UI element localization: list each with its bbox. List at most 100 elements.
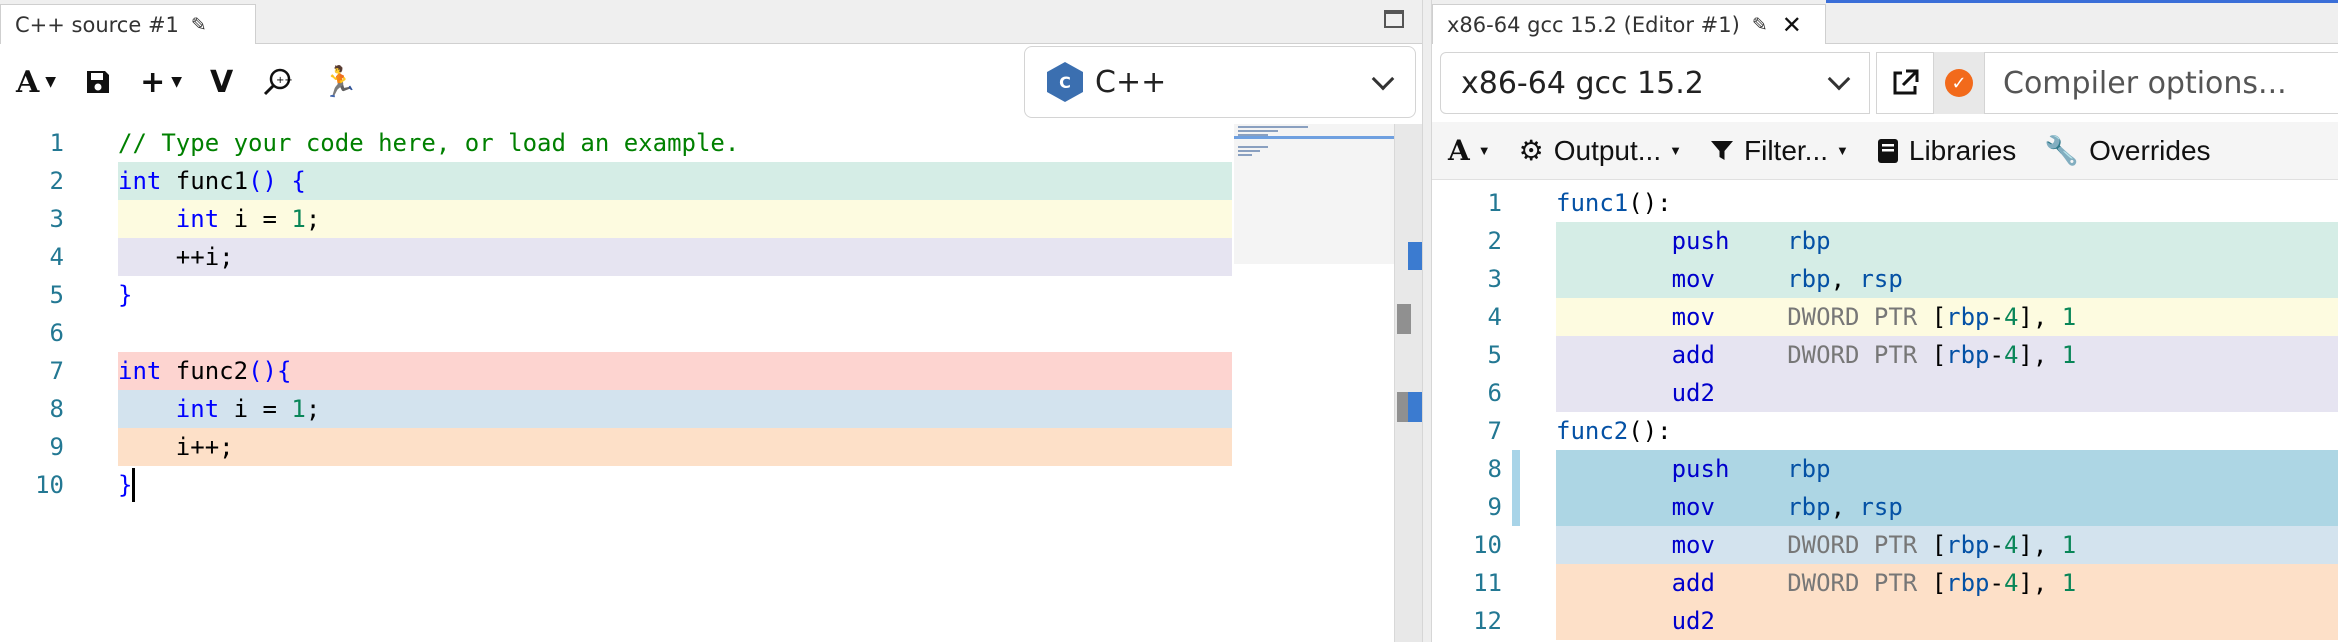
line-code: int func2(){ <box>118 357 291 385</box>
code-line[interactable]: 10} <box>0 466 1232 504</box>
code-token: 1 <box>2061 303 2077 331</box>
code-token: push <box>1671 455 1730 483</box>
code-token: i = <box>219 205 292 233</box>
code-line[interactable]: 9 mov rbp, rsp <box>1432 488 2338 526</box>
code-token: int <box>175 395 220 423</box>
code-token: [ <box>1931 569 1947 597</box>
line-code: ++i; <box>118 243 234 271</box>
code-line[interactable]: 3 mov rbp, rsp <box>1432 260 2338 298</box>
tab-cpp-source[interactable]: C++ source #1 ✎ <box>0 4 256 44</box>
code-line[interactable]: 7 func2(): <box>1432 412 2338 450</box>
caret-down-icon: ▼ <box>1477 143 1491 158</box>
maximize-icon[interactable] <box>1384 10 1404 28</box>
save-button[interactable] <box>74 56 122 108</box>
caret-down-icon: ▼ <box>171 74 182 90</box>
pencil-icon[interactable]: ✎ <box>1752 14 1768 36</box>
compiler-label: x86-64 gcc 15.2 <box>1461 65 1704 101</box>
line-marker <box>1512 450 1520 488</box>
code-line[interactable]: 11 add DWORD PTR [rbp-4], 1 <box>1432 564 2338 602</box>
code-line[interactable]: 4 mov DWORD PTR [rbp-4], 1 <box>1432 298 2338 336</box>
code-token: DWORD PTR <box>1787 303 1932 331</box>
compile-status[interactable]: ✓ <box>1934 52 1984 114</box>
tab-compiler[interactable]: x86-64 gcc 15.2 (Editor #1) ✎ ✕ <box>1432 4 1826 44</box>
code-line[interactable]: 6 ud2 <box>1432 374 2338 412</box>
filter-label: Filter... <box>1744 134 1829 166</box>
code-line[interactable]: 6 <box>0 314 1232 352</box>
font-icon: A <box>1448 134 1470 167</box>
output-button[interactable]: ⚙ Output... ▼ <box>1505 122 1696 180</box>
code-line[interactable]: 5} <box>0 276 1232 314</box>
code-line[interactable]: 7 int func2(){ <box>0 352 1232 390</box>
code-line[interactable]: 2 int func1() { <box>0 162 1232 200</box>
code-line[interactable]: 1 // Type your code here, or load an exam… <box>0 124 1232 162</box>
line-number: 12 <box>1473 607 1502 635</box>
code-line[interactable]: 4 ++i; <box>0 238 1232 276</box>
code-token: 1 <box>291 205 306 233</box>
code-token: ], <box>2018 569 2062 597</box>
pencil-icon[interactable]: ✎ <box>191 14 207 36</box>
code-line[interactable]: 8 push rbp <box>1432 450 2338 488</box>
line-code: mov DWORD PTR [rbp-4], 1 <box>1556 531 2077 559</box>
code-token: { <box>276 357 292 385</box>
line-code: mov rbp, rsp <box>1556 265 1903 293</box>
search-button[interactable]: ++ <box>251 56 303 108</box>
add-pane-button[interactable]: + ▼ <box>130 56 192 108</box>
compiler-tabstrip: x86-64 gcc 15.2 (Editor #1) ✎ ✕ <box>1432 0 2338 44</box>
line-code: func2(): <box>1556 417 1672 445</box>
tab-title: x86-64 gcc 15.2 (Editor #1) <box>1447 12 1740 37</box>
active-accent-bar <box>1826 0 2338 3</box>
libraries-button[interactable]: Libraries <box>1863 122 2030 180</box>
overrides-button[interactable]: 🔧 Overrides <box>2030 122 2224 180</box>
language-select[interactable]: C C++ <box>1024 46 1416 118</box>
code-line[interactable]: 9 i++; <box>0 428 1232 466</box>
line-code: push rbp <box>1556 455 1831 483</box>
minimap[interactable] <box>1234 124 1394 264</box>
code-line[interactable]: 10 mov DWORD PTR [rbp-4], 1 <box>1432 526 2338 564</box>
editor-scrollbar[interactable] <box>1394 124 1422 642</box>
code-line[interactable]: 1 func1(): <box>1432 184 2338 222</box>
code-token: ], <box>2018 531 2062 559</box>
code-token: rsp <box>1859 493 1903 521</box>
code-token: func1 <box>161 167 249 195</box>
code-line[interactable]: 3 int i = 1; <box>0 200 1232 238</box>
code-token: ++i; <box>118 243 234 271</box>
code-line[interactable]: 5 add DWORD PTR [rbp-4], 1 <box>1432 336 2338 374</box>
search-icon: ++ <box>264 68 293 96</box>
code-token: { <box>291 167 306 195</box>
line-number: 11 <box>1473 569 1502 597</box>
code-token: (): <box>1628 189 1672 217</box>
compiler-toolbar: A ▼ ⚙ Output... ▼ Filter... ▼ Libraries … <box>1432 122 2338 180</box>
close-icon[interactable]: ✕ <box>1782 13 1802 37</box>
code-line[interactable]: 8 int i = 1; <box>0 390 1232 428</box>
font-size-button[interactable]: A ▼ <box>1432 122 1505 180</box>
compiler-select[interactable]: x86-64 gcc 15.2 <box>1440 52 1870 114</box>
pane-splitter[interactable] <box>1422 0 1432 642</box>
line-number: 9 <box>1487 493 1502 521</box>
line-number: 3 <box>1487 265 1502 293</box>
code-line[interactable]: 2 push rbp <box>1432 222 2338 260</box>
code-token: int <box>175 205 220 233</box>
code-token: [ <box>1931 303 1947 331</box>
line-number: 1 <box>49 129 64 157</box>
filter-button[interactable]: Filter... ▼ <box>1696 122 1863 180</box>
code-editor[interactable]: 1 // Type your code here, or load an exam… <box>0 124 1232 642</box>
compiler-options-input[interactable]: Compiler options... <box>1984 52 2338 114</box>
quick-bench-button[interactable]: 🏃 <box>311 56 368 108</box>
font-size-button[interactable]: A ▼ <box>0 56 66 108</box>
code-line[interactable]: 12 ud2 <box>1432 602 2338 640</box>
assembly-output[interactable]: 1 func1(): 2 push rbp 3 mov rbp, rsp 4 mov D… <box>1432 184 2338 642</box>
vim-mode-button[interactable]: V <box>200 56 243 108</box>
code-token: int <box>118 167 162 195</box>
code-token: , <box>1830 265 1860 293</box>
popout-button[interactable] <box>1876 52 1934 114</box>
code-token: add <box>1671 569 1715 597</box>
code-token: DWORD PTR <box>1787 569 1932 597</box>
svg-text:++: ++ <box>276 75 293 86</box>
